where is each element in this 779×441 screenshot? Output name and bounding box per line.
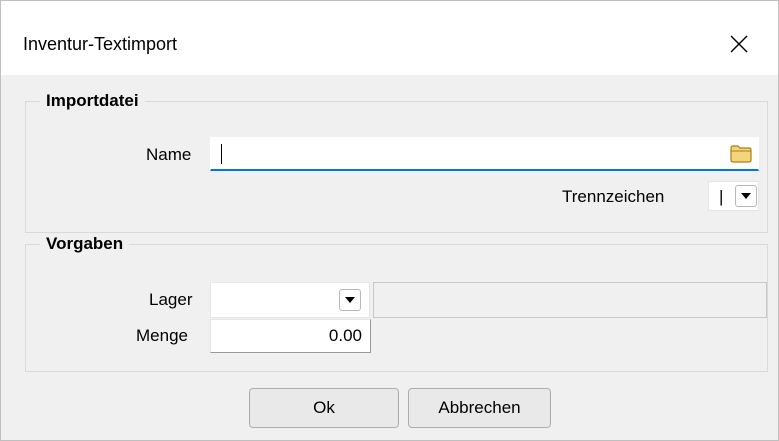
- lager-combobox[interactable]: [210, 282, 370, 318]
- chevron-down-icon: [741, 193, 751, 199]
- separator-combobox[interactable]: |: [708, 181, 759, 211]
- menge-value: 0.00: [328, 326, 362, 345]
- menge-label: Menge: [136, 326, 188, 345]
- chevron-down-icon: [345, 297, 355, 303]
- name-label: Name: [146, 145, 192, 164]
- menge-input[interactable]: 0.00: [210, 319, 371, 353]
- import-file-group-title: Importdatei: [40, 90, 145, 112]
- defaults-group: Vorgaben Lager Menge 0.00: [25, 233, 768, 372]
- folder-icon[interactable]: [730, 145, 752, 163]
- lager-description-field: [373, 282, 767, 318]
- dialog-window: Inventur-Textimport Importdatei Name Tre…: [0, 0, 779, 441]
- ok-button[interactable]: Ok: [249, 388, 399, 428]
- text-caret: [221, 144, 222, 164]
- lager-dropdown-button[interactable]: [339, 289, 361, 311]
- window-title: Inventur-Textimport: [23, 34, 178, 54]
- lager-label: Lager: [149, 290, 193, 309]
- import-file-group: Importdatei Name Trennzeichen |: [25, 90, 768, 233]
- defaults-group-title: Vorgaben: [40, 233, 130, 255]
- separator-dropdown-button[interactable]: [735, 185, 757, 207]
- separator-value: |: [719, 187, 724, 206]
- close-button[interactable]: [713, 23, 765, 65]
- title-bar: Inventur-Textimport: [1, 1, 778, 75]
- name-input[interactable]: [210, 137, 759, 171]
- close-icon: [730, 35, 748, 53]
- cancel-button[interactable]: Abbrechen: [408, 388, 551, 428]
- separator-label: Trennzeichen: [562, 187, 665, 206]
